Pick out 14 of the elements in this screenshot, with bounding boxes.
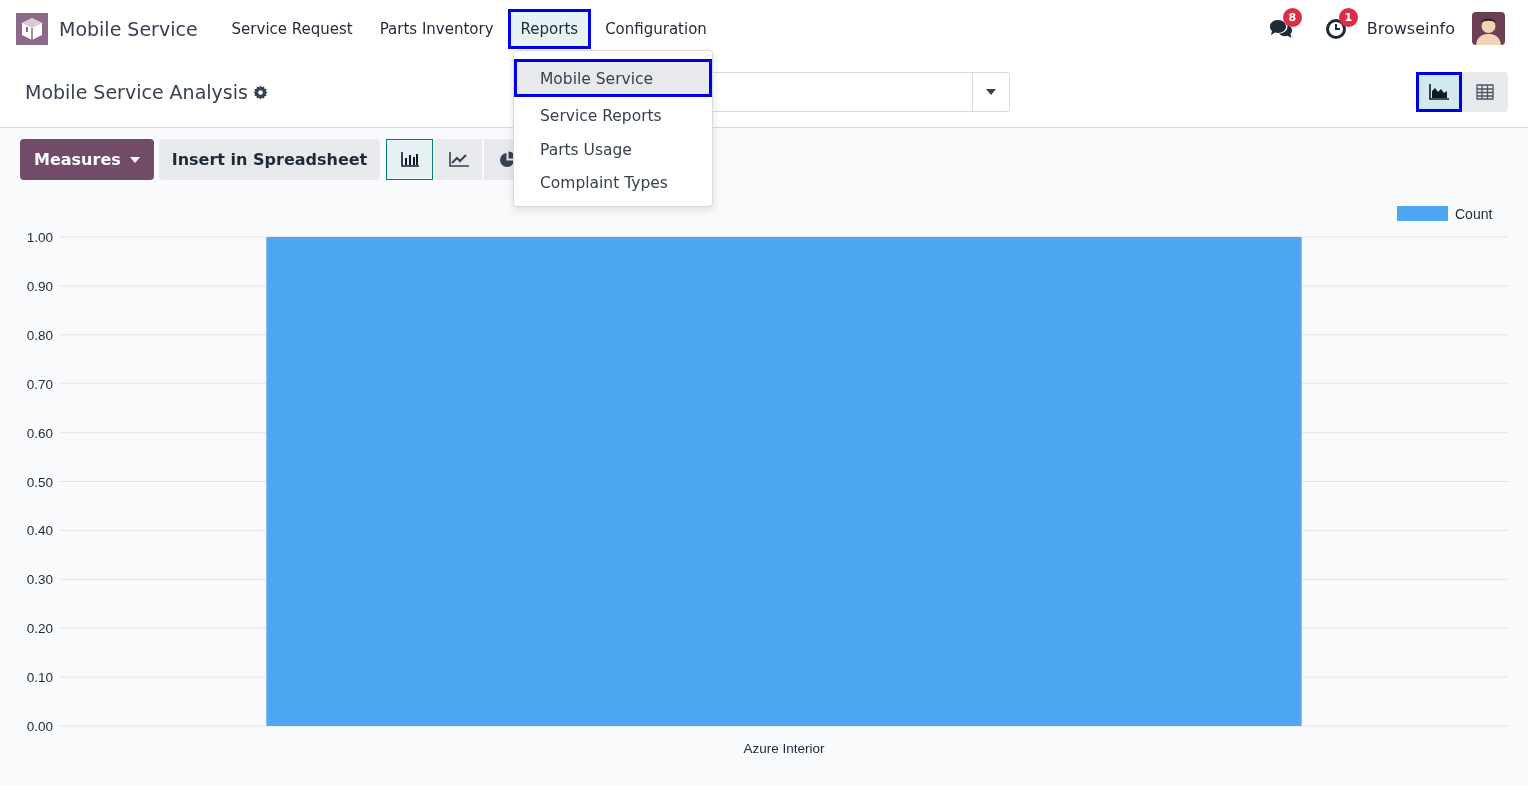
y-axis-label: 0.00: [26, 719, 53, 734]
y-axis-label: 0.20: [26, 621, 53, 637]
notification-badge: 8: [1282, 7, 1302, 27]
y-axis-label: 1.00: [26, 230, 53, 245]
notification-badge: 1: [1338, 7, 1358, 27]
y-axis-label: 0.90: [26, 278, 53, 294]
x-axis-label: Azure Interior: [743, 741, 825, 756]
y-axis-label: 0.40: [26, 523, 53, 539]
y-axis-label: 0.10: [26, 670, 53, 686]
y-axis-label: 0.30: [26, 572, 53, 588]
y-axis-label: 0.50: [26, 474, 53, 490]
y-axis-label: 0.70: [26, 376, 53, 392]
y-axis-label: 0.80: [26, 327, 53, 343]
y-axis-label: 0.60: [26, 425, 53, 441]
